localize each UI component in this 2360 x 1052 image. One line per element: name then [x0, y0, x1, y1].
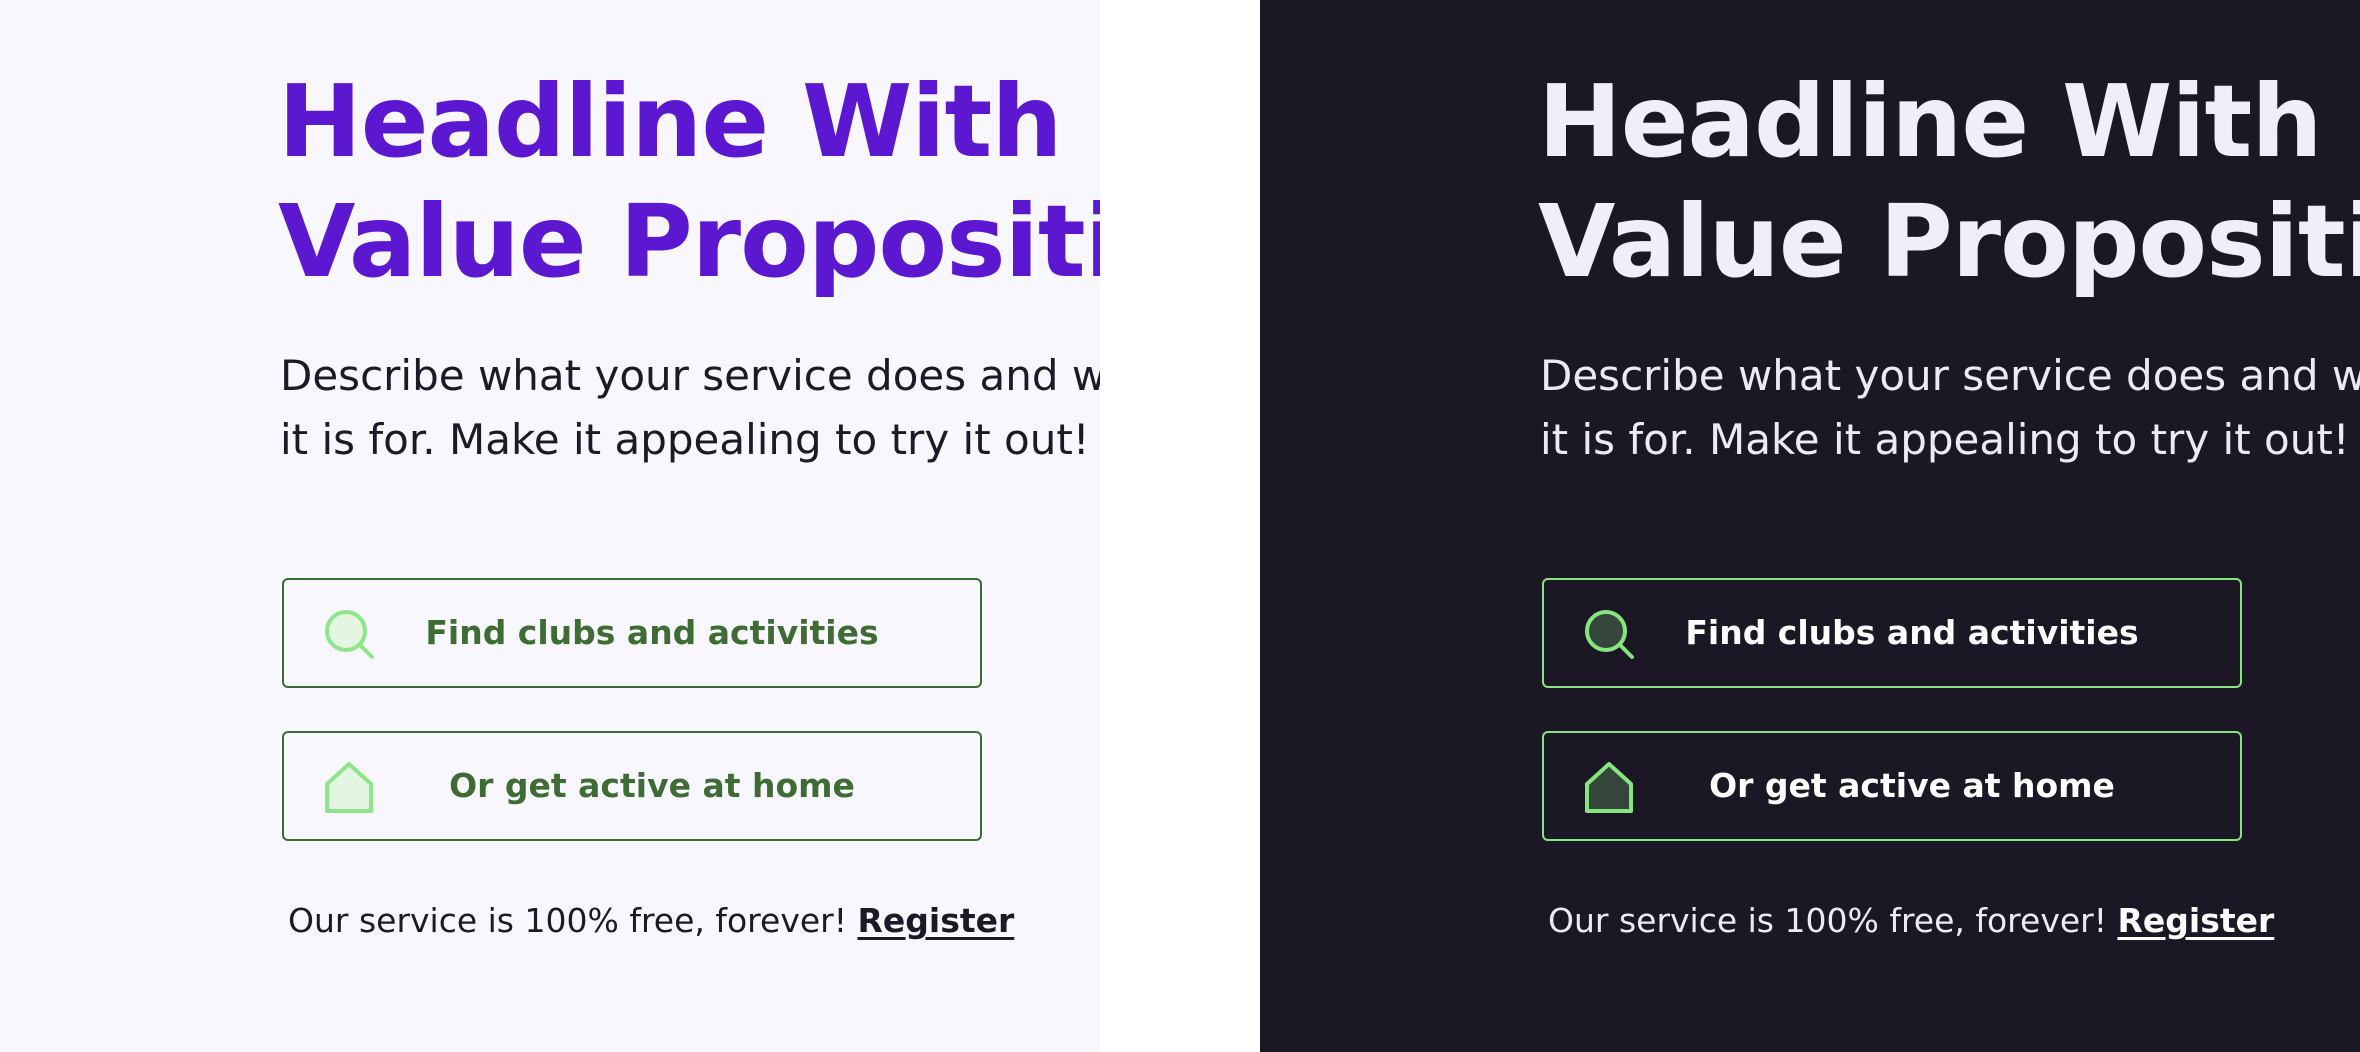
page-headline: Headline With UnValue Propositio — [1538, 62, 2360, 302]
register-link[interactable]: Register — [2117, 901, 2274, 940]
page-headline: Headline With UnValue Propositio — [278, 62, 1100, 302]
headline-line-2: Value Propositio — [278, 183, 1100, 300]
find-clubs-label: Find clubs and activities — [1685, 613, 2139, 652]
description-line-2: it is for. Make it appealing to try it o… — [280, 415, 1090, 464]
light-theme-panel: Headline With UnValue Propositio Describ… — [0, 0, 1100, 1052]
headline-line-1: Headline With Un — [1538, 63, 2360, 180]
hero-description: Describe what your service does and w it … — [280, 344, 1100, 472]
description-line-1: Describe what your service does and w — [280, 351, 1100, 400]
search-icon — [1582, 607, 1638, 663]
register-link[interactable]: Register — [857, 901, 1014, 940]
footer-text: Our service is 100% free, forever! — [1548, 901, 2107, 940]
dark-theme-panel: Headline With UnValue Propositio Describ… — [1260, 0, 2360, 1052]
find-clubs-button[interactable]: Find clubs and activities — [282, 578, 982, 688]
home-icon — [1582, 760, 1638, 816]
headline-line-2: Value Propositio — [1538, 183, 2360, 300]
get-active-home-label: Or get active at home — [449, 766, 855, 805]
footer-note: Our service is 100% free, forever! Regis… — [1548, 896, 2274, 946]
find-clubs-button[interactable]: Find clubs and activities — [1542, 578, 2242, 688]
description-line-1: Describe what your service does and w — [1540, 351, 2360, 400]
hero-description: Describe what your service does and w it … — [1540, 344, 2360, 472]
description-line-2: it is for. Make it appealing to try it o… — [1540, 415, 2350, 464]
get-active-home-button[interactable]: Or get active at home — [1542, 731, 2242, 841]
find-clubs-label: Find clubs and activities — [425, 613, 879, 652]
search-icon — [322, 607, 378, 663]
footer-text: Our service is 100% free, forever! — [288, 901, 847, 940]
footer-note: Our service is 100% free, forever! Regis… — [288, 896, 1014, 946]
theme-comparison: Headline With UnValue Propositio Describ… — [0, 0, 2360, 1052]
headline-line-1: Headline With Un — [278, 63, 1100, 180]
get-active-home-button[interactable]: Or get active at home — [282, 731, 982, 841]
home-icon — [322, 760, 378, 816]
get-active-home-label: Or get active at home — [1709, 766, 2115, 805]
